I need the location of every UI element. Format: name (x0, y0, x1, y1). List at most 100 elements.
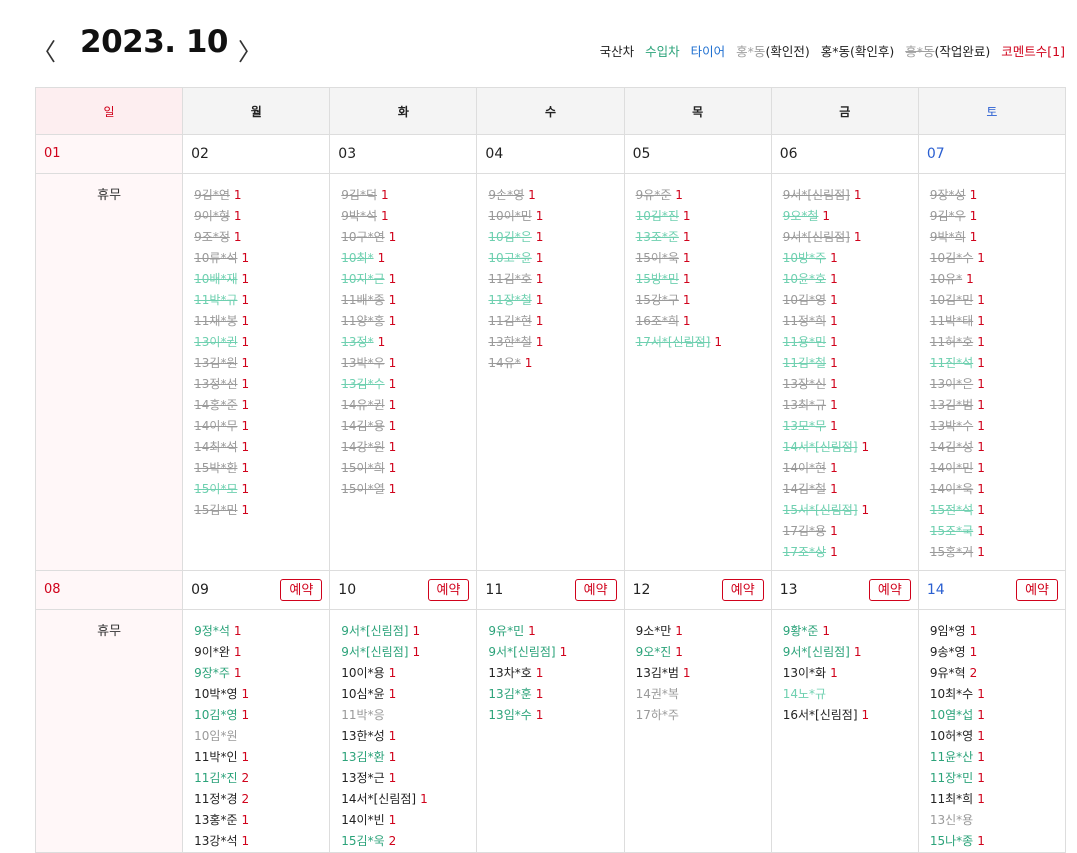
appointment-item[interactable]: 13임*수 1 (488, 705, 623, 726)
appointment-item[interactable]: 14김*철 1 (783, 479, 918, 500)
appointment-item[interactable]: 11채*봉 1 (194, 311, 329, 332)
appointment-item[interactable]: 15강*구 1 (636, 290, 771, 311)
appointment-item[interactable]: 11박*규 1 (194, 290, 329, 311)
date-cell[interactable]: 12 예약 (623, 570, 772, 610)
appointment-item[interactable]: 13최*규 1 (783, 395, 918, 416)
appointment-item[interactable]: 15이*열 1 (341, 479, 476, 500)
reserve-button[interactable]: 예약 (721, 579, 764, 601)
appointment-item[interactable]: 11박*인 1 (194, 747, 329, 768)
appointment-item[interactable]: 13박*우 1 (341, 353, 476, 374)
appointment-item[interactable]: 11정*희 1 (783, 311, 918, 332)
appointment-item[interactable]: 9김*연 1 (194, 185, 329, 206)
appointment-item[interactable]: 15김*민 1 (194, 500, 329, 521)
appointment-item[interactable]: 14서*[신림점] 1 (341, 789, 476, 810)
appointment-item[interactable]: 13강*석 1 (194, 831, 329, 852)
appointment-item[interactable]: 9유*혁 2 (930, 663, 1065, 684)
date-cell[interactable]: 10 예약 (329, 570, 478, 610)
appointment-item[interactable]: 9소*만 1 (636, 621, 771, 642)
reserve-button[interactable]: 예약 (280, 579, 323, 601)
appointment-item[interactable]: 9황*준 1 (783, 621, 918, 642)
appointment-item[interactable]: 9송*영 1 (930, 642, 1065, 663)
appointment-item[interactable]: 15전*석 1 (930, 500, 1065, 521)
appointment-item[interactable]: 11배*종 1 (341, 290, 476, 311)
appointment-item[interactable]: 10구*연 1 (341, 227, 476, 248)
appointment-item[interactable]: 13김*환 1 (341, 747, 476, 768)
appointment-item[interactable]: 9장*주 1 (194, 663, 329, 684)
appointment-item[interactable]: 13이*권 1 (194, 332, 329, 353)
appointment-item[interactable]: 10심*윤 1 (341, 684, 476, 705)
appointment-item[interactable]: 14이*무 1 (194, 416, 329, 437)
appointment-item[interactable]: 13한*철 1 (488, 332, 623, 353)
appointment-item[interactable]: 13김*원 1 (194, 353, 329, 374)
appointment-item[interactable]: 13신*용 (930, 810, 1065, 831)
appointment-item[interactable]: 11용*민 1 (783, 332, 918, 353)
appointment-item[interactable]: 15이*모 1 (194, 479, 329, 500)
appointment-item[interactable]: 9박*석 1 (341, 206, 476, 227)
appointment-item[interactable]: 15나*종 1 (930, 831, 1065, 852)
appointment-item[interactable]: 14이*욱 1 (930, 479, 1065, 500)
date-cell[interactable]: 04 (476, 134, 625, 174)
appointment-item[interactable]: 15조*국 1 (930, 521, 1065, 542)
appointment-item[interactable]: 9임*영 1 (930, 621, 1065, 642)
appointment-item[interactable]: 9손*영 1 (488, 185, 623, 206)
appointment-item[interactable]: 11윤*산 1 (930, 747, 1065, 768)
appointment-item[interactable]: 13김*수 1 (341, 374, 476, 395)
appointment-item[interactable]: 17김*용 1 (783, 521, 918, 542)
date-cell[interactable]: 11 예약 (476, 570, 625, 610)
appointment-item[interactable]: 10박*영 1 (194, 684, 329, 705)
appointment-item[interactable]: 13김*훈 1 (488, 684, 623, 705)
date-cell[interactable]: 14 예약 (917, 570, 1067, 610)
appointment-item[interactable]: 9유*민 1 (488, 621, 623, 642)
appointment-item[interactable]: 14권*복 (636, 684, 771, 705)
appointment-item[interactable]: 10배*재 1 (194, 269, 329, 290)
appointment-item[interactable]: 10김*민 1 (930, 290, 1065, 311)
appointment-item[interactable]: 9오*진 1 (636, 642, 771, 663)
appointment-item[interactable]: 10염*섭 1 (930, 705, 1065, 726)
appointment-item[interactable]: 11김*현 1 (488, 311, 623, 332)
appointment-item[interactable]: 11김*진 2 (194, 768, 329, 789)
appointment-item[interactable]: 9서*[신림점] 1 (341, 621, 476, 642)
appointment-item[interactable]: 15김*욱 2 (341, 831, 476, 852)
appointment-item[interactable]: 9이*형 1 (194, 206, 329, 227)
appointment-item[interactable]: 9서*[신림점] 1 (341, 642, 476, 663)
appointment-item[interactable]: 15이*희 1 (341, 458, 476, 479)
appointment-item[interactable]: 13차*호 1 (488, 663, 623, 684)
appointment-item[interactable]: 9정*석 1 (194, 621, 329, 642)
appointment-item[interactable]: 17하*주 (636, 705, 771, 726)
appointment-item[interactable]: 9김*우 1 (930, 206, 1065, 227)
appointment-item[interactable]: 9장*성 1 (930, 185, 1065, 206)
appointment-item[interactable]: 15박*환 1 (194, 458, 329, 479)
appointment-item[interactable]: 10최* 1 (341, 248, 476, 269)
appointment-item[interactable]: 11박*응 (341, 705, 476, 726)
appointment-item[interactable]: 9박*희 1 (930, 227, 1065, 248)
appointment-item[interactable]: 10고*윤 1 (488, 248, 623, 269)
appointment-item[interactable]: 14서*[신림점] 1 (783, 437, 918, 458)
appointment-item[interactable]: 11최*희 1 (930, 789, 1065, 810)
appointment-item[interactable]: 10허*영 1 (930, 726, 1065, 747)
appointment-item[interactable]: 14홍*준 1 (194, 395, 329, 416)
appointment-item[interactable]: 13정*선 1 (194, 374, 329, 395)
appointment-item[interactable]: 9서*[신림점] 1 (783, 227, 918, 248)
appointment-item[interactable]: 16서*[신림점] 1 (783, 705, 918, 726)
appointment-item[interactable]: 10김*영 1 (194, 705, 329, 726)
appointment-item[interactable]: 10김*수 1 (930, 248, 1065, 269)
appointment-item[interactable]: 13이*화 1 (783, 663, 918, 684)
appointment-item[interactable]: 13조*준 1 (636, 227, 771, 248)
date-cell[interactable]: 02 (182, 134, 331, 174)
appointment-item[interactable]: 10방*주 1 (783, 248, 918, 269)
appointment-item[interactable]: 15이*욱 1 (636, 248, 771, 269)
appointment-item[interactable]: 10지*근 1 (341, 269, 476, 290)
date-cell[interactable]: 06 (770, 134, 919, 174)
appointment-item[interactable]: 9서*[신림점] 1 (783, 642, 918, 663)
appointment-item[interactable]: 13김*범 1 (636, 663, 771, 684)
appointment-item[interactable]: 11장*철 1 (488, 290, 623, 311)
appointment-item[interactable]: 14최*석 1 (194, 437, 329, 458)
chevron-left-icon[interactable]: 〈 (32, 32, 56, 67)
appointment-item[interactable]: 13한*성 1 (341, 726, 476, 747)
date-cell[interactable]: 01 (34, 134, 184, 174)
appointment-item[interactable]: 11박*태 1 (930, 311, 1065, 332)
appointment-item[interactable]: 10이*민 1 (488, 206, 623, 227)
appointment-item[interactable]: 10임*원 (194, 726, 329, 747)
appointment-item[interactable]: 14유* 1 (488, 353, 623, 374)
appointment-item[interactable]: 10유* 1 (930, 269, 1065, 290)
